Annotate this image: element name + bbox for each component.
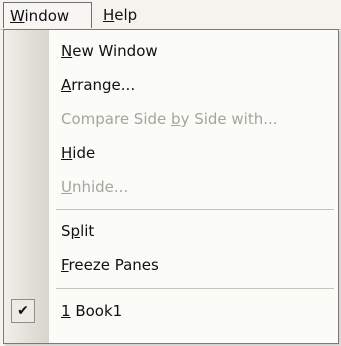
menu-item-unhide: Unhide... — [4, 170, 338, 204]
menu-bar: Window Help — [0, 0, 341, 30]
menu-separator — [56, 288, 334, 289]
menu-item-arrange[interactable]: Arrange... — [4, 68, 338, 102]
menu-item-new-window[interactable]: New Window — [4, 34, 338, 68]
menu-item-label: Arrange... — [61, 76, 136, 94]
menu-item-label: New Window — [61, 42, 158, 60]
menu-item-label: Split — [61, 222, 95, 240]
menu-item-label: Freeze Panes — [61, 256, 159, 274]
menu-separator — [56, 209, 334, 210]
menu-window[interactable]: Window — [3, 2, 92, 28]
menu-help[interactable]: Help — [97, 2, 147, 28]
menu-item-label: Unhide... — [61, 178, 129, 196]
menu-window-label: Window — [10, 7, 70, 25]
checkmark-icon: ✔ — [11, 299, 35, 323]
menu-item-freeze-panes[interactable]: Freeze Panes — [4, 248, 338, 282]
menu-item-book1[interactable]: ✔ 1 Book1 — [4, 294, 338, 328]
menu-item-label: Compare Side by Side with... — [61, 110, 278, 128]
menu-item-label: Hide — [61, 144, 96, 162]
menu-item-compare-side-by-side: Compare Side by Side with... — [4, 102, 338, 136]
menu-item-hide[interactable]: Hide — [4, 136, 338, 170]
menu-item-split[interactable]: Split — [4, 214, 338, 248]
window-dropdown-menu: New Window Arrange... Compare Side by Si… — [3, 29, 339, 344]
menu-help-label: Help — [103, 6, 138, 24]
menu-item-label: 1 Book1 — [61, 302, 123, 320]
